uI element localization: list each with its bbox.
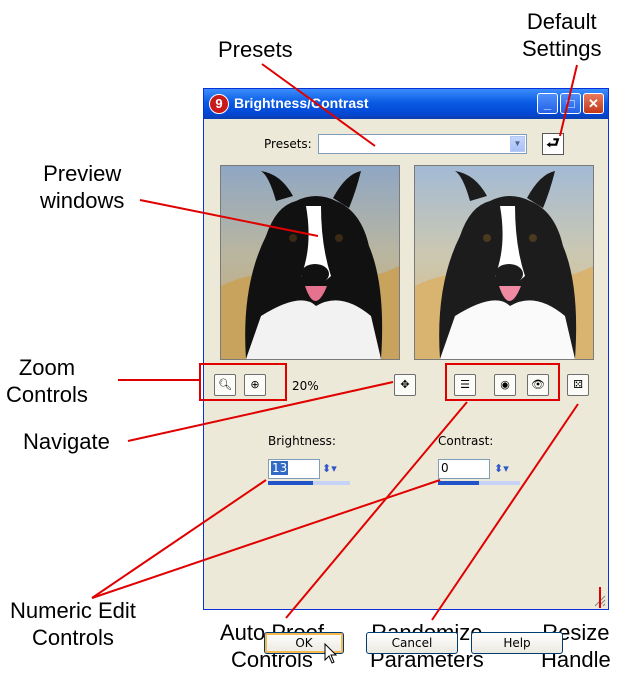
spin-updown-icon: ⬍: [494, 463, 504, 475]
auto-proof-button[interactable]: ☰: [454, 374, 476, 396]
brightness-slider[interactable]: [268, 481, 350, 485]
callout-zoom-controls: Zoom Controls: [6, 354, 88, 408]
window-title: Brightness/Contrast: [234, 95, 369, 111]
callout-default-settings-line2: Settings: [522, 36, 602, 61]
default-settings-icon: ⮐: [546, 135, 560, 152]
chevron-down-icon: ▾: [503, 463, 509, 475]
preview-before[interactable]: [220, 165, 400, 360]
randomize-button[interactable]: ⚄: [567, 374, 589, 396]
zoom-level: 20%: [292, 379, 319, 393]
preview-after[interactable]: [414, 165, 594, 360]
brightness-label: Brightness:: [268, 434, 336, 448]
callout-numeric-edit: Numeric Edit Controls: [10, 597, 136, 651]
contrast-slider[interactable]: [438, 481, 520, 485]
contrast-label: Contrast:: [438, 434, 494, 448]
contrast-input[interactable]: 0: [438, 459, 490, 479]
minimize-button[interactable]: _: [537, 93, 558, 114]
close-button[interactable]: ✕: [583, 93, 604, 114]
preview-after-image: [415, 166, 593, 359]
presets-label: Presets:: [264, 137, 312, 151]
contrast-spinner[interactable]: ⬍▾: [494, 459, 520, 479]
chevron-down-icon: ▾: [331, 463, 337, 475]
presets-dropdown[interactable]: ▼: [318, 134, 527, 154]
brightness-value: 13: [271, 461, 289, 475]
cancel-button[interactable]: Cancel: [366, 632, 458, 654]
randomize-dice-icon: ⚄: [573, 378, 583, 391]
default-settings-button[interactable]: ⮐: [542, 133, 564, 155]
proof-button[interactable]: ◉: [494, 374, 516, 396]
preview-before-image: [221, 166, 399, 359]
navigate-button[interactable]: ✥: [394, 374, 416, 396]
zoom-out-button[interactable]: 🔍︎: [214, 374, 236, 396]
callout-preview-windows: Preview windows: [40, 160, 124, 214]
callout-numeric-edit-line1: Numeric Edit: [10, 598, 136, 623]
title-bar[interactable]: 9 Brightness/Contrast _ □ ✕: [204, 89, 608, 119]
callout-zoom-controls-line1: Zoom: [18, 355, 76, 380]
callout-default-settings: Default Settings: [522, 8, 602, 62]
resize-grip-icon[interactable]: [594, 595, 606, 607]
spin-updown-icon: ⬍: [322, 463, 332, 475]
callout-navigate: Navigate: [23, 429, 110, 454]
auto-proof-icon: ☰: [460, 378, 470, 391]
contrast-value: 0: [441, 461, 449, 475]
navigate-icon: ✥: [400, 378, 410, 391]
zoom-out-icon: 🔍︎: [218, 378, 232, 391]
brightness-contrast-dialog: 9 Brightness/Contrast _ □ ✕ Presets: ▼ ⮐: [203, 88, 609, 664]
maximize-button[interactable]: □: [560, 93, 581, 114]
app-icon: 9: [209, 94, 229, 114]
brightness-spinner[interactable]: ⬍▾: [322, 459, 348, 479]
callout-preview-windows-line1: Preview: [43, 161, 122, 186]
zoom-in-button[interactable]: ⊕: [244, 374, 266, 396]
proof-icon: ◉: [500, 378, 510, 391]
preview-eye-button[interactable]: 👁︎: [527, 374, 549, 396]
callout-zoom-controls-line2: Controls: [6, 382, 88, 407]
zoom-in-icon: ⊕: [250, 378, 260, 391]
callout-preview-windows-line2: windows: [40, 188, 125, 213]
callout-numeric-edit-line2: Controls: [32, 625, 114, 650]
preview-eye-icon: 👁︎: [531, 378, 545, 391]
chevron-down-icon[interactable]: ▼: [510, 136, 525, 152]
callout-presets: Presets: [218, 37, 293, 62]
brightness-input[interactable]: 13: [268, 459, 320, 479]
help-button[interactable]: Help: [471, 632, 563, 654]
brightness-slider-fill: [268, 481, 314, 485]
mouse-cursor-icon: [324, 643, 338, 664]
callout-default-settings-line1: Default: [526, 9, 597, 34]
contrast-slider-fill: [438, 481, 479, 485]
